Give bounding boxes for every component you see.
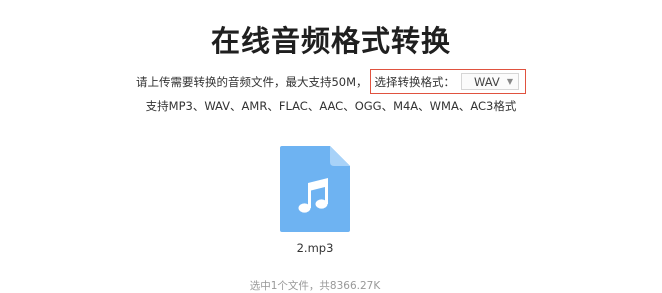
format-selector-highlight: 选择转换格式： WAV ▼ [369, 69, 527, 94]
upload-instruction: 请上传需要转换的音频文件，最大支持50M， [135, 74, 368, 89]
selected-file-summary: 选中1个文件，共8366.27K [249, 280, 381, 292]
format-select-value: WAV [474, 74, 500, 89]
file-name: 2.mp3 [296, 241, 334, 255]
supported-formats-text: 支持MP3、WAV、AMR、FLAC、AAC、OGG、M4A、WMA、AC3格式 [145, 99, 517, 113]
upload-instruction-row: 请上传需要转换的音频文件，最大支持50M， 选择转换格式： WAV ▼ [0, 69, 662, 94]
format-label: 选择转换格式： [374, 74, 456, 89]
music-file-icon[interactable] [280, 146, 350, 232]
page-title: 在线音频格式转换 [210, 24, 451, 58]
format-select[interactable]: WAV ▼ [461, 73, 520, 90]
dropdown-caret-icon: ▼ [506, 77, 514, 86]
